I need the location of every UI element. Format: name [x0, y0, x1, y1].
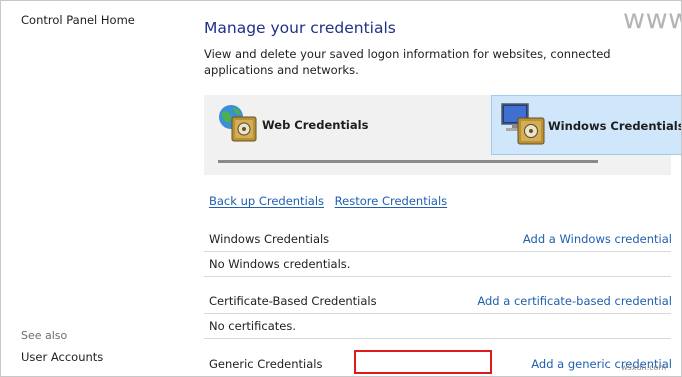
- computer-vault-icon: [500, 102, 548, 152]
- left-navigation-pane: Control Panel Home See also User Account…: [1, 1, 187, 376]
- page-title: Manage your credentials: [204, 19, 396, 37]
- certificate-credentials-section-body: No certificates.: [204, 314, 671, 339]
- web-credentials-tile[interactable]: Web Credentials: [212, 95, 392, 155]
- control-panel-home-link[interactable]: Control Panel Home: [21, 13, 135, 27]
- empty-state-text: No Windows credentials.: [209, 257, 351, 271]
- main-content: Manage your credentials View and delete …: [188, 1, 681, 376]
- add-certificate-credential-link[interactable]: Add a certificate-based credential: [477, 294, 672, 308]
- windows-credentials-section-header: Windows Credentials Add a Windows creden…: [204, 227, 672, 252]
- watermark: www.wintips.org: [623, 4, 682, 35]
- windows-credentials-label: Windows Credentials: [548, 119, 682, 133]
- backup-credentials-link[interactable]: Back up Credentials: [209, 194, 324, 208]
- backup-restore-links: Back up Credentials Restore Credentials: [209, 194, 454, 208]
- windows-credentials-tile[interactable]: Windows Credentials: [491, 95, 682, 155]
- certificate-credentials-section-header: Certificate-Based Credentials Add a cert…: [204, 289, 672, 314]
- globe-vault-icon: [216, 101, 260, 149]
- corner-watermark: wsxdn.com: [621, 363, 667, 372]
- restore-credentials-link[interactable]: Restore Credentials: [335, 194, 447, 208]
- credential-manager-window: Control Panel Home See also User Account…: [0, 0, 682, 377]
- web-credentials-label: Web Credentials: [262, 118, 369, 132]
- highlight-box: [354, 350, 492, 374]
- see-also-heading: See also: [21, 329, 68, 342]
- windows-credentials-section-body: No Windows credentials.: [204, 252, 671, 277]
- section-title: Generic Credentials: [209, 357, 323, 371]
- user-accounts-link[interactable]: User Accounts: [21, 350, 103, 364]
- horizontal-scrollbar[interactable]: [218, 160, 598, 163]
- page-description: View and delete your saved logon informa…: [204, 47, 611, 77]
- section-title: Windows Credentials: [209, 232, 330, 246]
- add-windows-credential-link[interactable]: Add a Windows credential: [523, 232, 672, 246]
- empty-state-text: No certificates.: [209, 319, 296, 333]
- section-title: Certificate-Based Credentials: [209, 294, 377, 308]
- credential-type-selector: Web Credentials Windows Credentials: [204, 95, 681, 175]
